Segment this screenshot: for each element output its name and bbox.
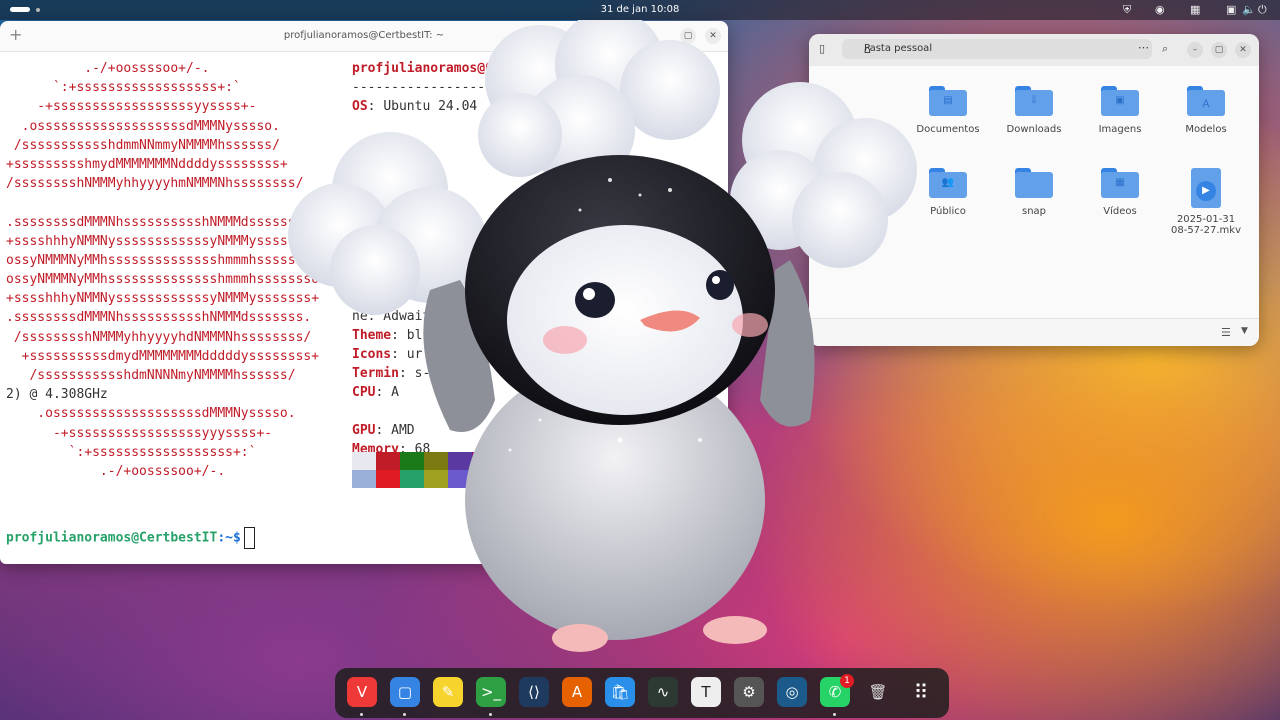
folder-icon: 👥 — [929, 168, 967, 198]
logo-line: .ssssssssdMMMNhsssssssssshNMMMdsssssss. — [6, 214, 312, 230]
system-monitor-icon[interactable]: ∿ — [648, 677, 678, 707]
vscode-icon[interactable]: ⟨⟩ — [519, 677, 549, 707]
left-cheek — [543, 326, 587, 354]
app-grid-icon[interactable]: ⠿ — [906, 677, 936, 707]
logo-line: .osssssssssssssssssssdMMMNysssso. — [6, 118, 280, 134]
maximize-button[interactable]: ▢ — [1211, 42, 1227, 58]
file-label: 2025-01-31 08-57-27.mkv — [1170, 214, 1242, 236]
logo-line: /ssssssssssshdmNNNNmyNMMMMhssssss/ — [6, 368, 296, 383]
logo-line: -+ssssssssssssssssssyyssss+- — [6, 99, 257, 115]
logo-line: /sssssssshNMMMyhhyyyyhmNMMMNhssssssss/ — [6, 176, 304, 192]
file-label: Modelos — [1185, 124, 1227, 135]
vivaldi-icon[interactable]: V — [347, 677, 377, 707]
logo-line: /ssssssssssshdmmNNmmyNMMMMhssssss/ — [6, 137, 280, 153]
penguin-face — [507, 225, 743, 415]
tray-app-icon[interactable]: ◉ — [1155, 3, 1165, 16]
file-label: snap — [1021, 206, 1047, 217]
search-icon[interactable]: ⌕ — [1162, 42, 1168, 56]
running-indicator — [833, 713, 836, 716]
right-eye — [706, 270, 734, 300]
logo-line: .osssssssssssssssssssdMMMNysssso. — [6, 406, 296, 422]
top-bar: 31 de jan 10:08 ⛨ ◉ ▦ ▣ 🔈 ⏻ — [0, 0, 1280, 20]
folder-icon: ▤ — [929, 86, 967, 116]
penguin-illustration — [288, 20, 917, 652]
clock[interactable]: 31 de jan 10:08 — [0, 4, 1280, 15]
logo-line: `:+ssssssssssssssssss+:` — [6, 80, 241, 96]
logo-line: +ssssssssshmydMMMMMMMNddddyssssssss+ — [6, 156, 288, 172]
app-center-icon[interactable]: A — [562, 677, 592, 707]
left-eye — [575, 282, 615, 318]
folder-icon: Ａ — [1187, 86, 1225, 116]
shell-prompt[interactable]: profjulianoramos@CertbestIT:~$ — [6, 527, 255, 549]
list-view-icon[interactable]: ☰ — [1221, 326, 1231, 339]
shield-icon[interactable]: ⛨ — [1123, 3, 1131, 17]
dock: V ▢ ✎ >_ ⟨⟩ A 🛍 ∿ T ⚙ ◎ ✆ 🗑 ⠿ 1 — [335, 668, 949, 718]
running-indicator — [360, 713, 363, 716]
running-indicator — [489, 713, 492, 716]
settings-icon[interactable]: ⚙ — [734, 677, 764, 707]
power-icon[interactable]: ⏻ — [1258, 3, 1267, 17]
view-options-chevron-icon[interactable]: ▼ — [1241, 326, 1248, 336]
logo-line: .-/+oossssoo+/-. — [6, 463, 226, 479]
minimize-button[interactable]: – — [1187, 42, 1203, 58]
folder-icon: ▣ — [1101, 86, 1139, 116]
folder-icon: ⇩ — [1015, 86, 1053, 116]
file-item[interactable]: ▣ Imagens — [1077, 86, 1163, 135]
logo-line: .-/+oossssoo+/-. — [6, 61, 210, 76]
logo-line: /sssssssshNMMMyhhyyyyhdNMMMNhssssssss/ — [6, 329, 312, 345]
logo-line: ossyNMMMNyMMhsssssssssssssshmmmhssssssso — [6, 252, 320, 268]
logo-line: +sssshhhyNMMNyssssssssssssyNMMMysssssss+ — [6, 233, 320, 249]
logo-line: ossyNMMMNyMMhsssssssssssssshmmmhssssssso — [6, 272, 320, 288]
notification-badge: 1 — [840, 674, 854, 688]
text-cursor — [243, 527, 255, 549]
file-label: Imagens — [1098, 124, 1142, 135]
video-file-icon: ▶ — [1191, 168, 1221, 208]
folder-icon — [1015, 168, 1053, 198]
folder-icon: ▦ — [1101, 168, 1139, 198]
file-item[interactable]: snap — [991, 168, 1077, 217]
network-icon[interactable]: ▣ — [1226, 3, 1236, 16]
file-item[interactable]: Ａ Modelos — [1163, 86, 1249, 135]
file-item[interactable]: ▶ 2025-01-31 08-57-27.mkv — [1163, 168, 1249, 236]
running-indicator — [403, 713, 406, 716]
logo-line: -+sssssssssssssssssyyyssss+- — [6, 425, 273, 441]
trash-icon[interactable]: 🗑 — [863, 677, 893, 707]
store-icon[interactable]: 🛍 — [605, 677, 635, 707]
file-item[interactable]: ⇩ Downloads — [991, 86, 1077, 135]
volume-icon[interactable]: 🔈 — [1242, 3, 1256, 16]
right-cheek — [732, 313, 768, 337]
terminal-icon[interactable]: >_ — [476, 677, 506, 707]
logo-line: +sssshhhyNMMNyssssssssssssyNMMMysssssss+ — [6, 291, 320, 307]
file-label: Downloads — [1006, 124, 1062, 135]
distro-logo-ascii: .-/+oossssoo+/-. `:+ssssssssssssssssss+:… — [6, 59, 319, 481]
logo-line — [6, 193, 319, 212]
layout-icon[interactable]: ▦ — [1190, 3, 1200, 16]
logo-line: +ssssssssssdmydMMMMMMMMdddddyssssssss+ — [6, 348, 320, 364]
file-label: Vídeos — [1103, 206, 1137, 217]
close-button[interactable]: ✕ — [1235, 42, 1251, 58]
text-editor-icon[interactable]: ✎ — [433, 677, 463, 707]
logo-line: `:+ssssssssssssssssss+:` — [6, 444, 257, 460]
typora-icon[interactable]: T — [691, 677, 721, 707]
steam-icon[interactable]: ◎ — [777, 677, 807, 707]
logo-line: .ssssssssdMMMNhsssssssssshNMMMdsssssss. — [6, 310, 312, 326]
file-item[interactable]: ▦ Vídeos — [1077, 168, 1163, 217]
more-icon[interactable]: ⋯ — [1138, 41, 1149, 54]
logo-line: 2) @ 4.308GHz — [6, 387, 108, 403]
files-icon[interactable]: ▢ — [390, 677, 420, 707]
